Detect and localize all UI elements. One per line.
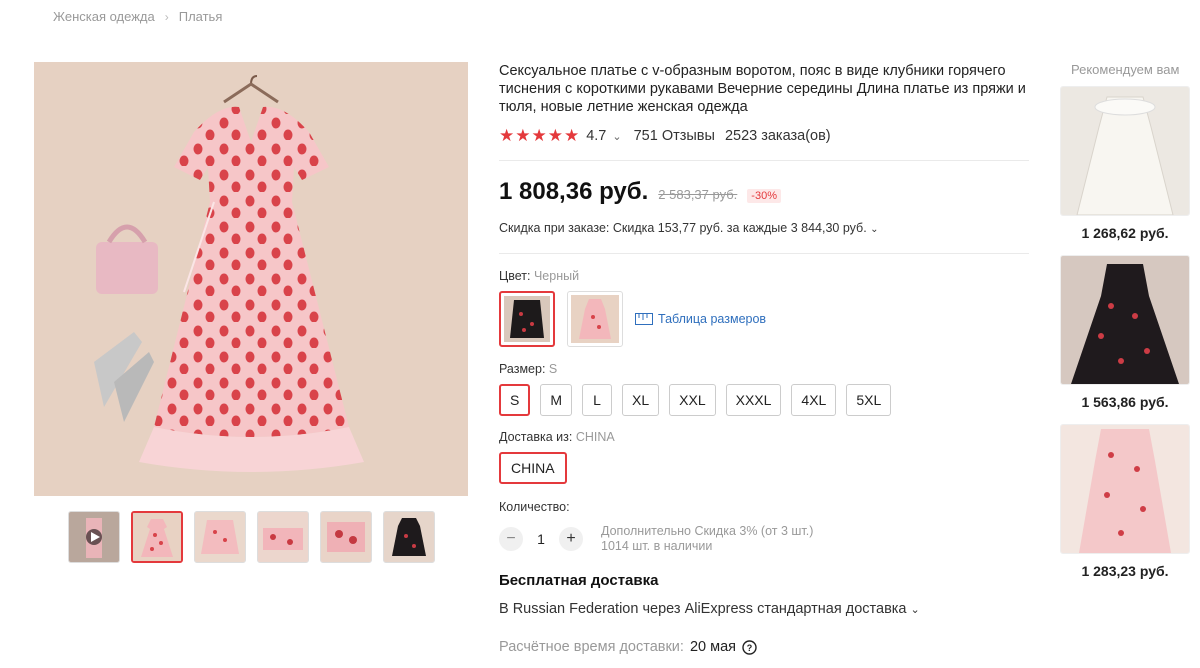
quantity-value[interactable]: 1 bbox=[533, 531, 549, 547]
quantity-stepper: − 1 + Дополнительно Скидка 3% (от 3 шт.)… bbox=[499, 524, 1029, 554]
size-chart-link[interactable]: Таблица размеров bbox=[635, 312, 766, 326]
thumbnail-image bbox=[321, 512, 371, 562]
order-discount-promo[interactable]: Скидка при заказе: Скидка 153,77 руб. за… bbox=[499, 221, 1029, 235]
ruler-icon bbox=[635, 313, 653, 325]
ship-from-label-row: Доставка из: CHINA bbox=[499, 430, 1029, 444]
size-options: S M L XL XXL XXXL 4XL 5XL bbox=[499, 384, 1029, 416]
rating-stars-icon: ★★★★★ bbox=[499, 126, 581, 145]
help-icon[interactable]: ? bbox=[742, 639, 757, 655]
size-option-xxl[interactable]: XXL bbox=[669, 384, 716, 416]
size-option-l[interactable]: L bbox=[582, 384, 613, 416]
divider bbox=[499, 160, 1029, 161]
recommended-item-2[interactable]: 1 563,86 руб. bbox=[1060, 255, 1190, 410]
breadcrumb-womens-clothing[interactable]: Женская одежда bbox=[53, 9, 155, 24]
size-option-xl[interactable]: XL bbox=[622, 384, 660, 416]
thumbnail-image bbox=[384, 512, 434, 562]
color-swatch-image bbox=[504, 296, 550, 342]
recommended-item-image bbox=[1060, 86, 1190, 216]
breadcrumb: Женская одежда › Платья bbox=[53, 9, 222, 24]
ship-from-option-china[interactable]: CHINA bbox=[499, 452, 567, 484]
chevron-down-icon: ⌄ bbox=[870, 224, 879, 235]
ship-from-label: Доставка из: bbox=[499, 430, 573, 444]
recommended-item-3[interactable]: 1 283,23 руб. bbox=[1060, 424, 1190, 579]
quantity-notes: Дополнительно Скидка 3% (от 3 шт.) 1014 … bbox=[601, 524, 813, 554]
delivery-date: 20 мая bbox=[689, 639, 736, 655]
shipping-method[interactable]: В Russian Federation через AliExpress ст… bbox=[499, 601, 1029, 617]
orders-count: 2523 заказа(ов) bbox=[724, 128, 831, 144]
dress-photo bbox=[34, 62, 468, 496]
size-label: Размер: bbox=[499, 362, 546, 376]
discount-badge: -30% bbox=[747, 189, 781, 203]
black-strawberry-dress-image bbox=[1061, 256, 1189, 384]
white-dress-image bbox=[1061, 87, 1189, 215]
delivery-time-row: Расчётное время доставки: 20 мая ? bbox=[499, 639, 1029, 655]
size-label-row: Размер: S bbox=[499, 362, 1029, 376]
thumbnail-video[interactable] bbox=[68, 511, 120, 563]
chevron-down-icon[interactable]: ⌄ bbox=[612, 130, 621, 143]
recommended-item-price: 1 563,86 руб. bbox=[1081, 394, 1169, 410]
product-title: Сексуальное платье с v-образным воротом,… bbox=[499, 63, 1026, 115]
color-label-row: Цвет: Черный bbox=[499, 269, 1029, 283]
recommended-item-price: 1 283,23 руб. bbox=[1081, 563, 1169, 579]
chevron-down-icon: ⌄ bbox=[910, 604, 920, 616]
rating-row: ★★★★★ 4.7 ⌄ 751 Отзывы 2523 заказа(ов) bbox=[499, 126, 1029, 146]
rating-value[interactable]: 4.7 bbox=[586, 128, 606, 144]
size-option-m[interactable]: M bbox=[540, 384, 573, 416]
quantity-label: Количество: bbox=[499, 500, 570, 514]
thumbnail-strip bbox=[68, 511, 435, 563]
recommended-item-1[interactable]: 1 268,62 руб. bbox=[1060, 86, 1190, 241]
size-value: S bbox=[548, 362, 558, 376]
price-row: 1 808,36 руб. 2 583,37 руб. -30% bbox=[499, 178, 1029, 206]
current-price: 1 808,36 руб. bbox=[499, 178, 649, 205]
thumbnail-image bbox=[133, 513, 181, 561]
color-value: Черный bbox=[533, 269, 580, 283]
svg-text:?: ? bbox=[747, 643, 753, 653]
thumbnail-2[interactable] bbox=[194, 511, 246, 563]
stock-note: 1014 шт. в наличии bbox=[601, 539, 713, 553]
size-option-xxxl[interactable]: XXXL bbox=[725, 384, 782, 416]
recommendations-title: Рекомендуем вам bbox=[1071, 62, 1180, 77]
thumbnail-4[interactable] bbox=[320, 511, 372, 563]
size-option-4xl[interactable]: 4XL bbox=[791, 384, 837, 416]
size-option-s[interactable]: S bbox=[499, 384, 531, 416]
plus-icon[interactable]: + bbox=[559, 527, 583, 551]
bulk-discount-note: Дополнительно Скидка 3% (от 3 шт.) bbox=[601, 524, 814, 538]
promo-text: Скидка при заказе: Скидка 153,77 руб. за… bbox=[499, 221, 867, 235]
minus-icon[interactable]: − bbox=[499, 527, 523, 551]
thumbnail-5[interactable] bbox=[383, 511, 435, 563]
color-option-black[interactable] bbox=[499, 291, 555, 347]
reviews-link[interactable]: 751 Отзывы bbox=[634, 128, 715, 144]
size-chart-label: Таблица размеров bbox=[658, 312, 767, 326]
color-option-pink[interactable] bbox=[567, 291, 623, 347]
recommended-item-image bbox=[1060, 255, 1190, 385]
color-label: Цвет: bbox=[499, 269, 531, 283]
thumbnail-image bbox=[195, 512, 245, 562]
pink-strawberry-dress-image bbox=[1061, 425, 1189, 553]
divider bbox=[499, 253, 1029, 254]
recommended-item-image bbox=[1060, 424, 1190, 554]
ship-from-value: CHINA bbox=[575, 430, 615, 444]
shipping-method-text: В Russian Federation через AliExpress ст… bbox=[499, 601, 907, 617]
video-thumbnail-image bbox=[69, 512, 119, 562]
free-shipping-heading: Бесплатная доставка bbox=[499, 572, 659, 589]
size-option-5xl[interactable]: 5XL bbox=[846, 384, 892, 416]
thumbnail-1[interactable] bbox=[131, 511, 183, 563]
main-product-image[interactable] bbox=[34, 62, 468, 496]
product-info: Сексуальное платье с v-образным воротом,… bbox=[499, 62, 1029, 655]
chevron-right-icon: › bbox=[164, 9, 169, 24]
old-price: 2 583,37 руб. bbox=[658, 187, 738, 202]
breadcrumb-dresses[interactable]: Платья bbox=[179, 9, 223, 24]
delivery-time-label: Расчётное время доставки: bbox=[499, 639, 684, 655]
color-swatch-image bbox=[571, 295, 619, 343]
color-options: Таблица размеров bbox=[499, 291, 1029, 347]
recommended-item-price: 1 268,62 руб. bbox=[1081, 225, 1169, 241]
thumbnail-3[interactable] bbox=[257, 511, 309, 563]
thumbnail-image bbox=[258, 512, 308, 562]
